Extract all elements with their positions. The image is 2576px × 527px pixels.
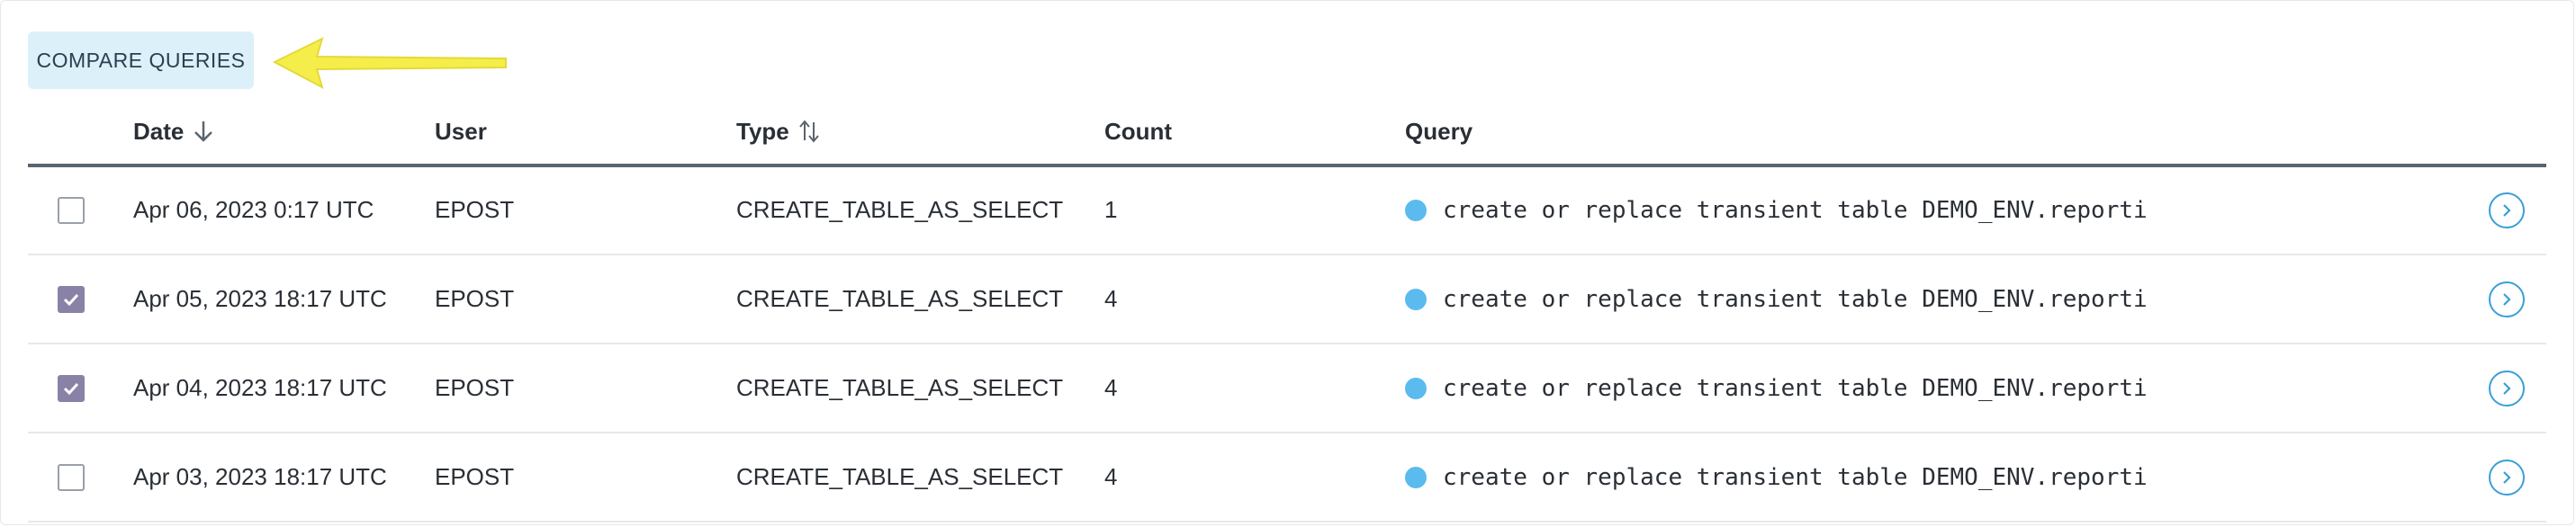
- row-count: 4: [1104, 285, 1118, 312]
- check-icon: [63, 382, 79, 395]
- row-type: CREATE_TABLE_AS_SELECT: [736, 463, 1064, 490]
- chevron-right-circle-icon[interactable]: [2489, 192, 2525, 228]
- row-checkbox-cell: [58, 166, 85, 254]
- column-header-query-label: Query: [1405, 117, 1473, 145]
- row-user: EPOST: [435, 196, 515, 223]
- chevron-right-circle-icon[interactable]: [2489, 459, 2525, 496]
- row-action-cell: [2489, 433, 2525, 521]
- column-header-user-label: User: [435, 117, 487, 145]
- row-user: EPOST: [435, 285, 515, 312]
- column-header-count: Count: [1104, 99, 1172, 164]
- column-header-type[interactable]: Type: [736, 99, 820, 164]
- row-query-text: create or replace transient table DEMO_E…: [1443, 196, 2148, 224]
- row-action-cell: [2489, 344, 2525, 432]
- row-checkbox-cell: [58, 433, 85, 521]
- table-row[interactable]: Apr 03, 2023 18:17 UTC EPOST CREATE_TABL…: [28, 433, 2546, 523]
- row-action-cell: [2489, 166, 2525, 254]
- row-action-cell: [2489, 255, 2525, 343]
- row-checkbox[interactable]: [58, 285, 85, 313]
- table-row[interactable]: Apr 04, 2023 18:17 UTC EPOST CREATE_TABL…: [28, 344, 2546, 433]
- row-date: Apr 06, 2023 0:17 UTC: [133, 196, 374, 223]
- row-count: 4: [1104, 374, 1118, 401]
- row-count: 4: [1104, 463, 1118, 490]
- row-type: CREATE_TABLE_AS_SELECT: [736, 196, 1064, 223]
- column-header-query: Query: [1405, 99, 1473, 164]
- status-dot-icon: [1405, 377, 1427, 399]
- column-header-type-label: Type: [736, 117, 789, 145]
- column-header-date[interactable]: Date: [133, 99, 214, 164]
- status-dot-icon: [1405, 288, 1427, 310]
- row-query: create or replace transient table DEMO_E…: [1405, 433, 2148, 521]
- arrow-down-icon[interactable]: [193, 120, 214, 143]
- sort-up-down-icon[interactable]: [798, 119, 820, 144]
- row-type: CREATE_TABLE_AS_SELECT: [736, 285, 1064, 312]
- table-row[interactable]: Apr 05, 2023 18:17 UTC EPOST CREATE_TABL…: [28, 255, 2546, 344]
- row-query-text: create or replace transient table DEMO_E…: [1443, 374, 2148, 402]
- row-query: create or replace transient table DEMO_E…: [1405, 255, 2148, 343]
- row-date: Apr 04, 2023 18:17 UTC: [133, 374, 387, 401]
- column-header-date-label: Date: [133, 117, 185, 145]
- row-type: CREATE_TABLE_AS_SELECT: [736, 374, 1064, 401]
- row-date: Apr 03, 2023 18:17 UTC: [133, 463, 387, 490]
- row-checkbox[interactable]: [58, 463, 85, 491]
- row-checkbox-cell: [58, 255, 85, 343]
- row-user: EPOST: [435, 463, 515, 490]
- chevron-right-circle-icon[interactable]: [2489, 370, 2525, 406]
- status-dot-icon: [1405, 199, 1427, 221]
- row-query: create or replace transient table DEMO_E…: [1405, 166, 2148, 254]
- arrow-left-annotation-icon: [272, 37, 507, 89]
- table-header: Date User Type Count Query: [28, 99, 2546, 167]
- compare-queries-button[interactable]: COMPARE QUERIES: [28, 31, 254, 89]
- row-checkbox-cell: [58, 344, 85, 432]
- row-count: 1: [1104, 196, 1118, 223]
- row-user: EPOST: [435, 374, 515, 401]
- row-date: Apr 05, 2023 18:17 UTC: [133, 285, 387, 312]
- status-dot-icon: [1405, 466, 1427, 488]
- row-checkbox[interactable]: [58, 374, 85, 402]
- row-query: create or replace transient table DEMO_E…: [1405, 344, 2148, 432]
- row-query-text: create or replace transient table DEMO_E…: [1443, 463, 2148, 491]
- row-checkbox[interactable]: [58, 196, 85, 224]
- check-icon: [63, 293, 79, 306]
- row-query-text: create or replace transient table DEMO_E…: [1443, 285, 2148, 313]
- column-header-count-label: Count: [1104, 117, 1173, 145]
- table-row[interactable]: Apr 06, 2023 0:17 UTC EPOST CREATE_TABLE…: [28, 166, 2546, 255]
- column-header-user: User: [435, 99, 487, 164]
- chevron-right-circle-icon[interactable]: [2489, 281, 2525, 317]
